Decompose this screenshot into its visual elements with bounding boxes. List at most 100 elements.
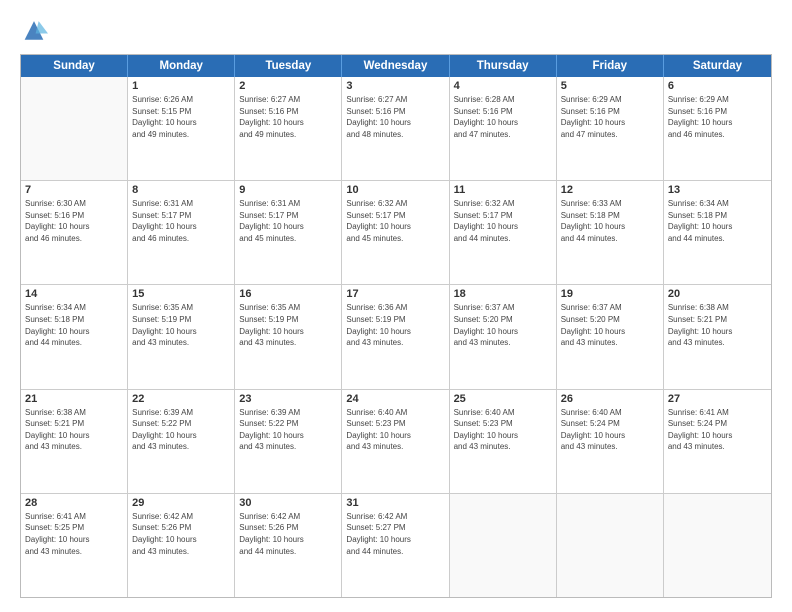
day-info: Sunrise: 6:40 AM Sunset: 5:23 PM Dayligh… bbox=[346, 407, 444, 453]
day-number: 15 bbox=[132, 288, 230, 300]
day-cell-empty-4-4 bbox=[450, 494, 557, 597]
day-cell-17: 17 Sunrise: 6:36 AM Sunset: 5:19 PM Dayli… bbox=[342, 285, 449, 388]
day-number: 13 bbox=[668, 184, 767, 196]
logo bbox=[20, 18, 52, 46]
day-number: 19 bbox=[561, 288, 659, 300]
day-info: Sunrise: 6:41 AM Sunset: 5:24 PM Dayligh… bbox=[668, 407, 767, 453]
header-cell-monday: Monday bbox=[128, 55, 235, 77]
day-info: Sunrise: 6:42 AM Sunset: 5:26 PM Dayligh… bbox=[239, 511, 337, 557]
header-cell-thursday: Thursday bbox=[450, 55, 557, 77]
day-cell-19: 19 Sunrise: 6:37 AM Sunset: 5:20 PM Dayli… bbox=[557, 285, 664, 388]
day-info: Sunrise: 6:35 AM Sunset: 5:19 PM Dayligh… bbox=[239, 302, 337, 348]
week-row-3: 21Sunrise: 6:38 AM Sunset: 5:21 PM Dayli… bbox=[21, 390, 771, 494]
day-cell-23: 23 Sunrise: 6:39 AM Sunset: 5:22 PM Dayli… bbox=[235, 390, 342, 493]
day-cell-31: 31Sunrise: 6:42 AM Sunset: 5:27 PM Dayli… bbox=[342, 494, 449, 597]
day-info: Sunrise: 6:28 AM Sunset: 5:16 PM Dayligh… bbox=[454, 94, 552, 140]
day-info: Sunrise: 6:40 AM Sunset: 5:23 PM Dayligh… bbox=[454, 407, 552, 453]
day-number: 10 bbox=[346, 184, 444, 196]
day-number: 24 bbox=[346, 393, 444, 405]
day-info: Sunrise: 6:37 AM Sunset: 5:20 PM Dayligh… bbox=[561, 302, 659, 348]
day-cell-20: 20Sunrise: 6:38 AM Sunset: 5:21 PM Dayli… bbox=[664, 285, 771, 388]
day-cell-6: 6 Sunrise: 6:29 AM Sunset: 5:16 PM Daylig… bbox=[664, 77, 771, 180]
day-cell-9: 9 Sunrise: 6:31 AM Sunset: 5:17 PM Daylig… bbox=[235, 181, 342, 284]
week-row-4: 28 Sunrise: 6:41 AM Sunset: 5:25 PM Dayli… bbox=[21, 494, 771, 597]
header-cell-friday: Friday bbox=[557, 55, 664, 77]
day-info: Sunrise: 6:34 AM Sunset: 5:18 PM Dayligh… bbox=[668, 198, 767, 244]
day-number: 8 bbox=[132, 184, 230, 196]
day-info: Sunrise: 6:26 AM Sunset: 5:15 PM Dayligh… bbox=[132, 94, 230, 140]
day-info: Sunrise: 6:34 AM Sunset: 5:18 PM Dayligh… bbox=[25, 302, 123, 348]
day-number: 30 bbox=[239, 497, 337, 509]
header-cell-sunday: Sunday bbox=[21, 55, 128, 77]
day-info: Sunrise: 6:32 AM Sunset: 5:17 PM Dayligh… bbox=[346, 198, 444, 244]
day-number: 6 bbox=[668, 80, 767, 92]
day-cell-empty-0-0 bbox=[21, 77, 128, 180]
header bbox=[20, 18, 772, 46]
day-info: Sunrise: 6:35 AM Sunset: 5:19 PM Dayligh… bbox=[132, 302, 230, 348]
day-cell-empty-4-6 bbox=[664, 494, 771, 597]
day-number: 25 bbox=[454, 393, 552, 405]
day-cell-11: 11 Sunrise: 6:32 AM Sunset: 5:17 PM Dayli… bbox=[450, 181, 557, 284]
header-cell-wednesday: Wednesday bbox=[342, 55, 449, 77]
day-info: Sunrise: 6:33 AM Sunset: 5:18 PM Dayligh… bbox=[561, 198, 659, 244]
day-number: 2 bbox=[239, 80, 337, 92]
day-number: 1 bbox=[132, 80, 230, 92]
day-number: 23 bbox=[239, 393, 337, 405]
day-cell-13: 13 Sunrise: 6:34 AM Sunset: 5:18 PM Dayli… bbox=[664, 181, 771, 284]
header-cell-saturday: Saturday bbox=[664, 55, 771, 77]
day-info: Sunrise: 6:27 AM Sunset: 5:16 PM Dayligh… bbox=[239, 94, 337, 140]
day-cell-29: 29 Sunrise: 6:42 AM Sunset: 5:26 PM Dayli… bbox=[128, 494, 235, 597]
day-cell-empty-4-5 bbox=[557, 494, 664, 597]
day-info: Sunrise: 6:37 AM Sunset: 5:20 PM Dayligh… bbox=[454, 302, 552, 348]
day-number: 5 bbox=[561, 80, 659, 92]
day-cell-10: 10 Sunrise: 6:32 AM Sunset: 5:17 PM Dayli… bbox=[342, 181, 449, 284]
day-number: 17 bbox=[346, 288, 444, 300]
day-info: Sunrise: 6:39 AM Sunset: 5:22 PM Dayligh… bbox=[239, 407, 337, 453]
day-cell-22: 22 Sunrise: 6:39 AM Sunset: 5:22 PM Dayli… bbox=[128, 390, 235, 493]
day-cell-5: 5Sunrise: 6:29 AM Sunset: 5:16 PM Daylig… bbox=[557, 77, 664, 180]
week-row-0: 1 Sunrise: 6:26 AM Sunset: 5:15 PM Daylig… bbox=[21, 77, 771, 181]
day-number: 16 bbox=[239, 288, 337, 300]
day-info: Sunrise: 6:27 AM Sunset: 5:16 PM Dayligh… bbox=[346, 94, 444, 140]
day-number: 26 bbox=[561, 393, 659, 405]
day-cell-14: 14 Sunrise: 6:34 AM Sunset: 5:18 PM Dayli… bbox=[21, 285, 128, 388]
day-cell-7: 7Sunrise: 6:30 AM Sunset: 5:16 PM Daylig… bbox=[21, 181, 128, 284]
day-number: 29 bbox=[132, 497, 230, 509]
day-cell-2: 2 Sunrise: 6:27 AM Sunset: 5:16 PM Daylig… bbox=[235, 77, 342, 180]
day-info: Sunrise: 6:32 AM Sunset: 5:17 PM Dayligh… bbox=[454, 198, 552, 244]
week-row-2: 14 Sunrise: 6:34 AM Sunset: 5:18 PM Dayli… bbox=[21, 285, 771, 389]
calendar-grid: 1 Sunrise: 6:26 AM Sunset: 5:15 PM Daylig… bbox=[21, 77, 771, 597]
day-info: Sunrise: 6:42 AM Sunset: 5:26 PM Dayligh… bbox=[132, 511, 230, 557]
day-number: 9 bbox=[239, 184, 337, 196]
day-info: Sunrise: 6:29 AM Sunset: 5:16 PM Dayligh… bbox=[668, 94, 767, 140]
day-number: 3 bbox=[346, 80, 444, 92]
calendar-header: SundayMondayTuesdayWednesdayThursdayFrid… bbox=[21, 55, 771, 77]
day-number: 31 bbox=[346, 497, 444, 509]
day-info: Sunrise: 6:41 AM Sunset: 5:25 PM Dayligh… bbox=[25, 511, 123, 557]
day-number: 21 bbox=[25, 393, 123, 405]
week-row-1: 7Sunrise: 6:30 AM Sunset: 5:16 PM Daylig… bbox=[21, 181, 771, 285]
day-cell-8: 8 Sunrise: 6:31 AM Sunset: 5:17 PM Daylig… bbox=[128, 181, 235, 284]
day-info: Sunrise: 6:31 AM Sunset: 5:17 PM Dayligh… bbox=[239, 198, 337, 244]
day-cell-3: 3 Sunrise: 6:27 AM Sunset: 5:16 PM Daylig… bbox=[342, 77, 449, 180]
day-cell-25: 25 Sunrise: 6:40 AM Sunset: 5:23 PM Dayli… bbox=[450, 390, 557, 493]
day-cell-21: 21Sunrise: 6:38 AM Sunset: 5:21 PM Dayli… bbox=[21, 390, 128, 493]
day-info: Sunrise: 6:31 AM Sunset: 5:17 PM Dayligh… bbox=[132, 198, 230, 244]
day-cell-16: 16 Sunrise: 6:35 AM Sunset: 5:19 PM Dayli… bbox=[235, 285, 342, 388]
day-cell-12: 12 Sunrise: 6:33 AM Sunset: 5:18 PM Dayli… bbox=[557, 181, 664, 284]
day-info: Sunrise: 6:39 AM Sunset: 5:22 PM Dayligh… bbox=[132, 407, 230, 453]
day-info: Sunrise: 6:36 AM Sunset: 5:19 PM Dayligh… bbox=[346, 302, 444, 348]
day-number: 20 bbox=[668, 288, 767, 300]
day-number: 22 bbox=[132, 393, 230, 405]
day-number: 14 bbox=[25, 288, 123, 300]
calendar-wrapper: SundayMondayTuesdayWednesdayThursdayFrid… bbox=[20, 54, 772, 598]
day-info: Sunrise: 6:30 AM Sunset: 5:16 PM Dayligh… bbox=[25, 198, 123, 244]
day-cell-18: 18Sunrise: 6:37 AM Sunset: 5:20 PM Dayli… bbox=[450, 285, 557, 388]
day-number: 12 bbox=[561, 184, 659, 196]
day-cell-4: 4Sunrise: 6:28 AM Sunset: 5:16 PM Daylig… bbox=[450, 77, 557, 180]
day-cell-28: 28 Sunrise: 6:41 AM Sunset: 5:25 PM Dayli… bbox=[21, 494, 128, 597]
day-number: 28 bbox=[25, 497, 123, 509]
day-info: Sunrise: 6:40 AM Sunset: 5:24 PM Dayligh… bbox=[561, 407, 659, 453]
page: SundayMondayTuesdayWednesdayThursdayFrid… bbox=[0, 0, 792, 612]
day-number: 11 bbox=[454, 184, 552, 196]
